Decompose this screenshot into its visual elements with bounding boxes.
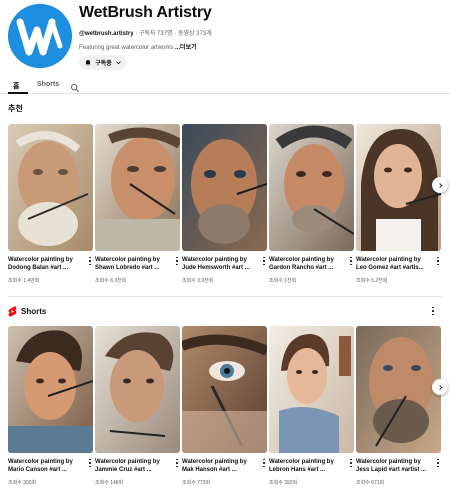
more-vert-icon[interactable] xyxy=(348,458,354,468)
short-views: 조회수 300회 xyxy=(8,480,37,486)
video-views: 조회수 1천회 xyxy=(269,278,297,284)
more-vert-icon[interactable] xyxy=(348,256,354,266)
video-card[interactable]: Watercolor painting by Leo Gomez #art #a… xyxy=(356,124,441,284)
video-title[interactable]: Watercolor painting by Dodong Balan #art… xyxy=(8,256,84,272)
video-card[interactable]: Watercolor painting by Jude Hemsworth #a… xyxy=(182,124,267,284)
short-title[interactable]: Watercolor painting by Mak Hanson #art .… xyxy=(182,458,258,474)
short-views: 조회수 148회 xyxy=(95,480,124,486)
channel-description-text: Featuring great watercolor artworks xyxy=(79,45,176,51)
more-vert-icon[interactable] xyxy=(174,458,180,468)
shorts-icon xyxy=(8,306,17,317)
shorts-row: Watercolor painting by Mario Canson #art… xyxy=(8,326,442,493)
more-vert-icon[interactable] xyxy=(261,256,267,266)
channel-header: WetBrush Artistry @wetbrush.artistry · 구… xyxy=(0,0,450,78)
video-views: 조회수 5.2천회 xyxy=(356,278,388,284)
active-tab-indicator xyxy=(8,92,28,94)
short-title[interactable]: Watercolor painting by Mario Canson #art… xyxy=(8,458,84,474)
more-vert-icon[interactable] xyxy=(435,256,441,266)
section-recommended-label: 추천 xyxy=(8,104,23,113)
more-vert-icon[interactable] xyxy=(435,458,441,468)
video-title[interactable]: Watercolor painting by Shawn Lobredo #ar… xyxy=(95,256,171,272)
channel-name: WetBrush Artistry xyxy=(79,4,212,21)
tab-shorts[interactable]: Shorts xyxy=(37,81,59,88)
video-card[interactable]: Watercolor painting by Dodong Balan #art… xyxy=(8,124,93,284)
short-thumbnail[interactable] xyxy=(8,326,93,453)
short-card[interactable]: Watercolor painting by Jess Lapid #art #… xyxy=(356,326,441,486)
subscribed-label: 구독중 xyxy=(95,61,112,67)
video-title[interactable]: Watercolor painting by Jude Hemsworth #a… xyxy=(182,256,258,272)
video-thumbnail[interactable] xyxy=(269,124,354,251)
video-views: 조회수 3.9천회 xyxy=(182,278,214,284)
short-thumbnail[interactable] xyxy=(182,326,267,453)
search-icon[interactable] xyxy=(70,80,80,98)
short-views: 조회수 671회 xyxy=(356,480,385,486)
short-thumbnail[interactable] xyxy=(356,326,441,453)
section-shorts-title: Shorts xyxy=(8,306,46,317)
chevron-right-icon xyxy=(438,182,442,188)
carousel-next-button[interactable] xyxy=(432,379,448,395)
more-vert-icon[interactable] xyxy=(87,458,93,468)
short-thumbnail[interactable] xyxy=(269,326,354,453)
short-thumbnail[interactable] xyxy=(95,326,180,453)
bell-icon xyxy=(85,59,91,66)
video-title[interactable]: Watercolor painting by Gardon Rancho #ar… xyxy=(269,256,345,272)
video-views: 조회수 1.4만회 xyxy=(8,278,40,284)
short-card[interactable]: Watercolor painting by Mario Canson #art… xyxy=(8,326,93,486)
more-vert-icon[interactable] xyxy=(87,256,93,266)
video-title[interactable]: Watercolor painting by Leo Gomez #art #a… xyxy=(356,256,432,272)
video-thumbnail[interactable] xyxy=(182,124,267,251)
chevron-right-icon xyxy=(438,384,442,390)
section-divider xyxy=(8,296,442,297)
short-card[interactable]: Watercolor painting by Lebron Hans #art … xyxy=(269,326,354,486)
tab-home[interactable]: 홈 xyxy=(13,81,19,91)
channel-handle: @wetbrush.artistry xyxy=(79,31,134,37)
section-shorts-label: Shorts xyxy=(21,307,47,316)
video-views: 조회수 6.3천회 xyxy=(95,278,127,284)
video-card[interactable]: Watercolor painting by Gardon Rancho #ar… xyxy=(269,124,354,284)
more-vert-icon[interactable] xyxy=(261,458,267,468)
subscribed-button[interactable]: 구독중 xyxy=(79,55,127,70)
recommended-row: Watercolor painting by Dodong Balan #art… xyxy=(8,124,442,294)
video-thumbnail[interactable] xyxy=(8,124,93,251)
short-views: 조회수 392회 xyxy=(269,480,298,486)
video-thumbnail[interactable] xyxy=(356,124,441,251)
short-card[interactable]: Watercolor painting by Mak Hanson #art .… xyxy=(182,326,267,486)
more-vert-icon[interactable] xyxy=(174,256,180,266)
video-thumbnail[interactable] xyxy=(95,124,180,251)
more-link[interactable]: ...더보기 xyxy=(175,45,197,51)
short-title[interactable]: Watercolor painting by Lebron Hans #art … xyxy=(269,458,345,474)
section-recommended-title: 추천 xyxy=(8,103,23,114)
video-card[interactable]: Watercolor painting by Shawn Lobredo #ar… xyxy=(95,124,180,284)
channel-tabs: 홈 Shorts xyxy=(0,78,450,94)
channel-meta: @wetbrush.artistry · 구독자 737명 · 동영상 373개 xyxy=(79,28,212,37)
short-title[interactable]: Watercolor painting by Jess Lapid #art #… xyxy=(356,458,432,474)
channel-stats: · 구독자 737명 · 동영상 373개 xyxy=(133,31,212,37)
channel-avatar[interactable] xyxy=(8,4,72,68)
carousel-next-button[interactable] xyxy=(432,177,448,193)
short-card[interactable]: Watercolor painting by Jammie Cruz #art … xyxy=(95,326,180,486)
more-vert-icon[interactable] xyxy=(430,306,436,316)
chevron-down-icon xyxy=(115,61,121,65)
short-views: 조회수 773회 xyxy=(182,480,211,486)
short-title[interactable]: Watercolor painting by Jammie Cruz #art … xyxy=(95,458,171,474)
channel-description[interactable]: Featuring great watercolor artworks ...더… xyxy=(79,42,197,51)
